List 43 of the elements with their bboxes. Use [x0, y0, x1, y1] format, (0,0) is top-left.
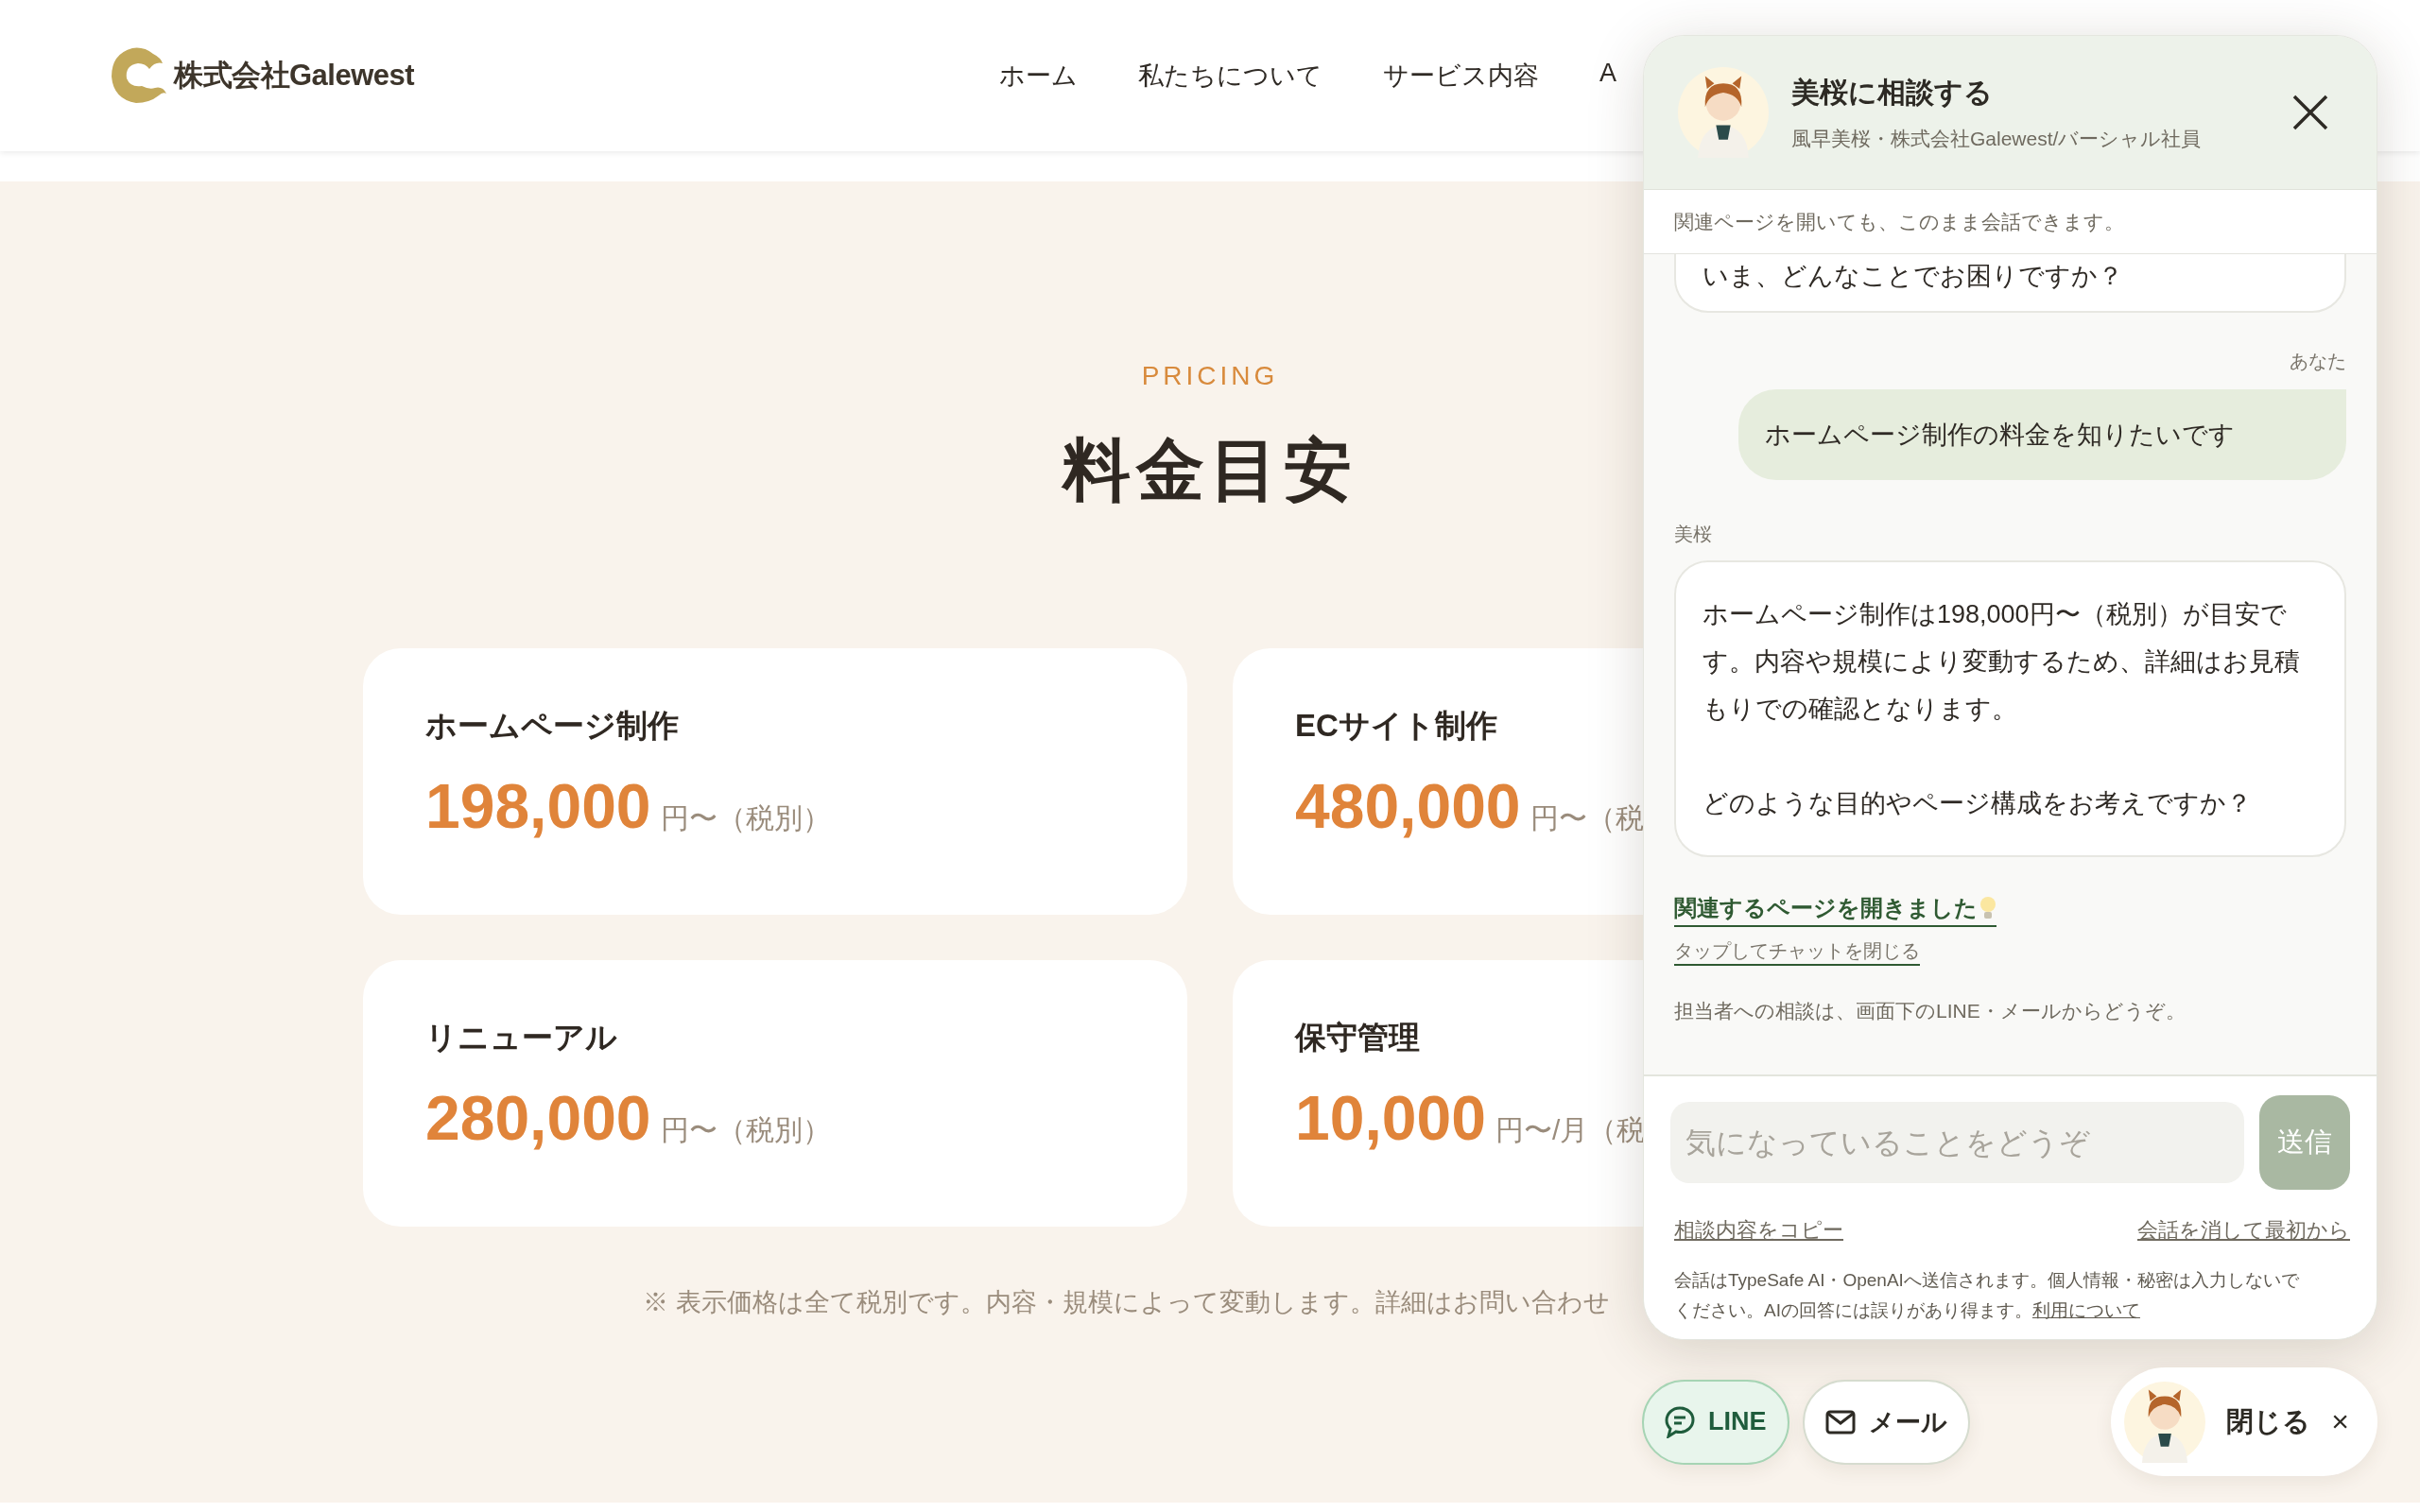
nav-link[interactable]: サービス内容 — [1383, 59, 1539, 93]
sender-label: あなた — [2290, 351, 2346, 371]
reset-link[interactable]: 会話を消して最初から — [2137, 1216, 2350, 1245]
terms-link[interactable]: 利用について — [2031, 1300, 2140, 1320]
close-chat-link[interactable]: タップしてチャットを閉じる — [1674, 938, 1920, 966]
message-text: ホームページ制作は198,000円〜（税別）が目安です。内容や規模により変動するため、詳細はお見積もりでの確認となります。 — [1703, 600, 2300, 723]
copy-link[interactable]: 相談内容をコピー — [1674, 1216, 1843, 1245]
related-page-link[interactable]: 関連するページを開きました — [1674, 893, 1996, 927]
plan-name: リニューアル — [425, 1019, 617, 1057]
plan-name: ECサイト制作 — [1295, 707, 1497, 745]
logo-text[interactable]: 株式会社Galewest — [174, 56, 415, 95]
plan-price: 198,000 — [425, 770, 651, 842]
close-icon[interactable] — [2291, 94, 2329, 131]
disclaimer-text: 会話はTypeSafe AI・OpenAIへ送信されます。個人情報・秘密は入力しないでください。AIの回答には誤りがあり得ます。利用について — [1674, 1269, 2300, 1322]
price-unit: 円〜（税別） — [660, 1113, 831, 1147]
pricing-note: ※ 表示価格は全て税別です。内容・規模によって変動します。詳細はお問い合わせ — [643, 1287, 1610, 1318]
plan-name: 保守管理 — [1295, 1019, 1420, 1057]
section-title: 料金目安 — [1063, 432, 1357, 507]
close-icon: × — [2331, 1404, 2349, 1439]
chat-title: 美桜に相談する — [1791, 75, 1994, 110]
section-eyebrow: PRICING — [1141, 361, 1279, 390]
message-input[interactable]: 気になっていることをどうぞ — [1670, 1102, 2244, 1183]
nav-link[interactable]: 私たちについて — [1138, 59, 1322, 93]
chat-bubble-icon — [1665, 1405, 1695, 1438]
nav-link[interactable]: A — [1599, 59, 1616, 93]
close-chat-button[interactable]: 閉じる × — [2111, 1367, 2377, 1476]
contact-note: 担当者への相談は、画面下のLINE・メールからどうぞ。 — [1674, 999, 2187, 1023]
price-unit: 円〜（税別） — [660, 801, 831, 835]
lightbulb-icon — [1979, 896, 1996, 920]
plan-price: 10,000 — [1295, 1082, 1486, 1154]
plan-price: 280,000 — [425, 1082, 651, 1154]
message-text: いま、どんなことでお困りですか？ — [1703, 262, 2123, 290]
notice-text: 関連ページを開いても、このまま会話できます。 — [1674, 209, 2124, 234]
plan-name: ホームページ制作 — [425, 707, 679, 745]
message-text: ホームページ制作の料金を知りたいです — [1765, 421, 2235, 449]
price-unit: 円〜/月（税 — [1495, 1113, 1646, 1147]
sender-label: 美桜 — [1674, 524, 1712, 544]
nav-link[interactable]: ホーム — [999, 59, 1078, 93]
price-unit: 円〜（税 — [1530, 801, 1644, 835]
message-text: どのような目的やページ構成をお考えですか？ — [1703, 789, 2252, 817]
plan-price: 480,000 — [1295, 770, 1521, 842]
chat-subtitle: 風早美桜・株式会社Galewest/バーシャル社員 — [1791, 126, 2203, 151]
envelope-icon — [1824, 1409, 1856, 1435]
